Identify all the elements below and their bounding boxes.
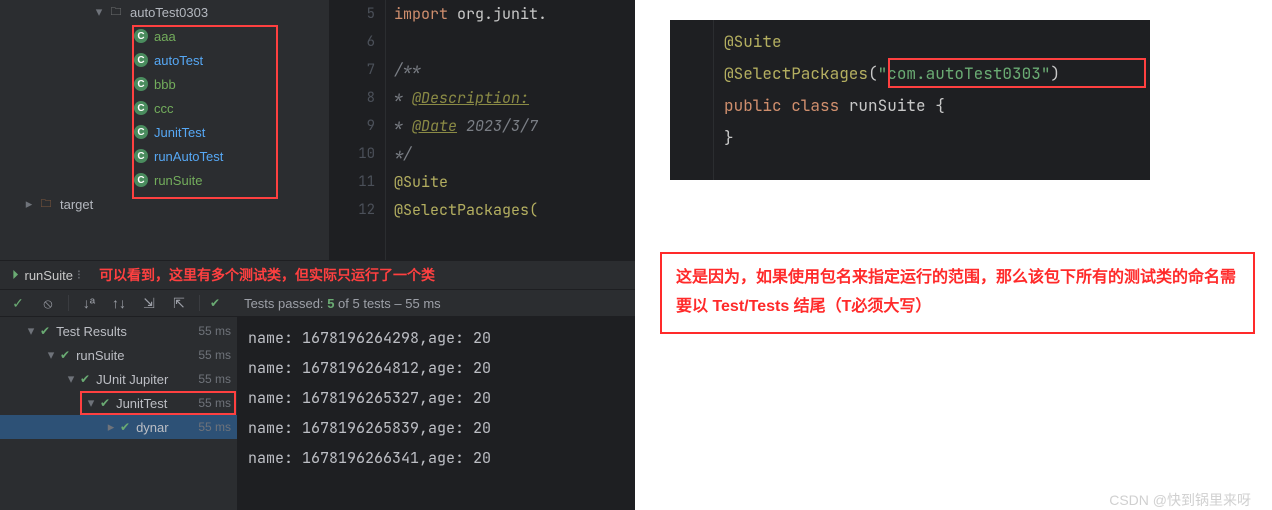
tree-class-item[interactable]: Cbbb <box>0 72 329 96</box>
tree-class-item[interactable]: Cccc <box>0 96 329 120</box>
run-body: ▾✔Test Results55 ms▾✔runSuite55 ms▾✔JUni… <box>0 317 635 510</box>
tree-class-item[interactable]: CrunSuite <box>0 168 329 192</box>
test-duration: 55 ms <box>198 324 231 338</box>
chevron-down-icon: ▾ <box>64 371 78 387</box>
chevron-down-icon: ▾ <box>44 347 58 363</box>
check-icon: ✔ <box>40 324 50 338</box>
check-icon: ✔ <box>210 296 220 310</box>
class-icon: C <box>134 173 148 187</box>
ide-pane: ▾ 🗀 autoTest0303 CaaaCautoTestCbbbCcccCJ… <box>0 0 635 510</box>
highlight-box <box>888 58 1146 88</box>
sort-icon[interactable]: ↓ª <box>79 293 99 313</box>
check-icon: ✔ <box>60 348 70 362</box>
run-icon: ⏵ <box>12 267 19 283</box>
export-icon[interactable]: ⇱ <box>169 293 189 313</box>
test-tree-row[interactable]: ▾✔ runSuite 55 ms <box>0 343 237 367</box>
check-icon: ✔ <box>80 372 90 386</box>
tree-class-item[interactable]: Caaa <box>0 24 329 48</box>
folder-label: autoTest0303 <box>130 5 208 20</box>
console-line: name: 1678196264812,age: 20 <box>248 353 625 383</box>
chevron-right-icon: ▸ <box>22 196 36 212</box>
class-icon: C <box>134 53 148 67</box>
right-pane: @Suite @SelectPackages("com.autoTest0303… <box>645 0 1265 510</box>
explanation-box: 这是因为，如果使用包名来指定运行的范围，那么该包下所有的测试类的命名需要以 Te… <box>660 252 1255 334</box>
snippet-gutter <box>670 20 714 180</box>
annotation-text: 可以看到，这里有多个测试类，但实际只运行了一个类 <box>99 265 435 285</box>
console-output[interactable]: name: 1678196264298,age: 20name: 1678196… <box>238 317 635 510</box>
tab-options-icon[interactable]: ⁝ <box>77 267 81 283</box>
run-tab-bar: ⏵ runSuite ⁝ 可以看到，这里有多个测试类，但实际只运行了一个类 <box>0 261 635 289</box>
check-icon: ✔ <box>120 420 130 434</box>
expand-icon[interactable]: ✓ <box>8 293 28 313</box>
test-duration: 55 ms <box>198 396 231 410</box>
test-label: dynar <box>136 420 169 435</box>
class-label: aaa <box>154 29 176 44</box>
tree-class-item[interactable]: CrunAutoTest <box>0 144 329 168</box>
class-label: runSuite <box>154 173 202 188</box>
tree-class-item[interactable]: CautoTest <box>0 48 329 72</box>
console-line: name: 1678196265839,age: 20 <box>248 413 625 443</box>
project-tree: ▾ 🗀 autoTest0303 CaaaCautoTestCbbbCcccCJ… <box>0 0 330 260</box>
test-tree-row[interactable]: ▾✔ Test Results 55 ms <box>0 319 237 343</box>
separator <box>68 295 69 311</box>
chevron-right-icon: ▸ <box>104 419 118 435</box>
folder-icon: 🗀 <box>108 4 124 20</box>
watermark: CSDN @快到锅里来呀 <box>1109 490 1251 510</box>
tree-folder-target[interactable]: ▸ 🗀 target <box>0 192 329 216</box>
collapse-icon[interactable]: ⦸ <box>38 293 58 313</box>
chevron-down-icon: ▾ <box>24 323 38 339</box>
class-icon: C <box>134 101 148 115</box>
test-tree: ▾✔Test Results55 ms▾✔runSuite55 ms▾✔JUni… <box>0 317 238 510</box>
run-tab-label[interactable]: runSuite <box>25 268 73 283</box>
console-line: name: 1678196265327,age: 20 <box>248 383 625 413</box>
test-tree-row[interactable]: ▾✔ JunitTest 55 ms <box>0 391 237 415</box>
separator <box>199 295 200 311</box>
test-tree-row[interactable]: ▸✔ dynar 55 ms <box>0 415 237 439</box>
class-icon: C <box>134 125 148 139</box>
chevron-down-icon: ▾ <box>92 4 106 20</box>
class-label: ccc <box>154 101 174 116</box>
test-label: Test Results <box>56 324 127 339</box>
code-editor[interactable]: 5 6 7 8 9 10 11 12 import org.junit. /**… <box>330 0 635 260</box>
filter-icon[interactable]: ↑↓ <box>109 293 129 313</box>
test-tree-row[interactable]: ▾✔ JUnit Jupiter 55 ms <box>0 367 237 391</box>
class-icon: C <box>134 77 148 91</box>
class-label: autoTest <box>154 53 203 68</box>
class-icon: C <box>134 29 148 43</box>
class-label: JunitTest <box>154 125 205 140</box>
class-icon: C <box>134 149 148 163</box>
code-snippet: @Suite @SelectPackages("com.autoTest0303… <box>670 20 1150 180</box>
code-body[interactable]: import org.junit. /** * @Description: * … <box>386 0 635 260</box>
test-label: runSuite <box>76 348 124 363</box>
editor-gutter: 5 6 7 8 9 10 11 12 <box>330 0 386 260</box>
class-label: runAutoTest <box>154 149 223 164</box>
run-toolbar: ✓ ⦸ ↓ª ↑↓ ⇲ ⇱ ✔ Tests passed: 5 of 5 tes… <box>0 289 635 317</box>
test-label: JunitTest <box>116 396 167 411</box>
tree-folder[interactable]: ▾ 🗀 autoTest0303 <box>0 0 329 24</box>
tests-passed-label: Tests passed: 5 of 5 tests – 55 ms <box>244 296 441 311</box>
test-label: JUnit Jupiter <box>96 372 168 387</box>
folder-icon: 🗀 <box>38 196 54 212</box>
console-line: name: 1678196264298,age: 20 <box>248 323 625 353</box>
tree-class-item[interactable]: C JunitTest <box>0 120 329 144</box>
console-line: name: 1678196266341,age: 20 <box>248 443 625 473</box>
chevron-down-icon: ▾ <box>84 395 98 411</box>
run-panel: ⏵ runSuite ⁝ 可以看到，这里有多个测试类，但实际只运行了一个类 ✓ … <box>0 260 635 510</box>
test-duration: 55 ms <box>198 372 231 386</box>
import-icon[interactable]: ⇲ <box>139 293 159 313</box>
test-duration: 55 ms <box>198 348 231 362</box>
test-duration: 55 ms <box>198 420 231 434</box>
check-icon: ✔ <box>100 396 110 410</box>
folder-label: target <box>60 197 93 212</box>
class-label: bbb <box>154 77 176 92</box>
